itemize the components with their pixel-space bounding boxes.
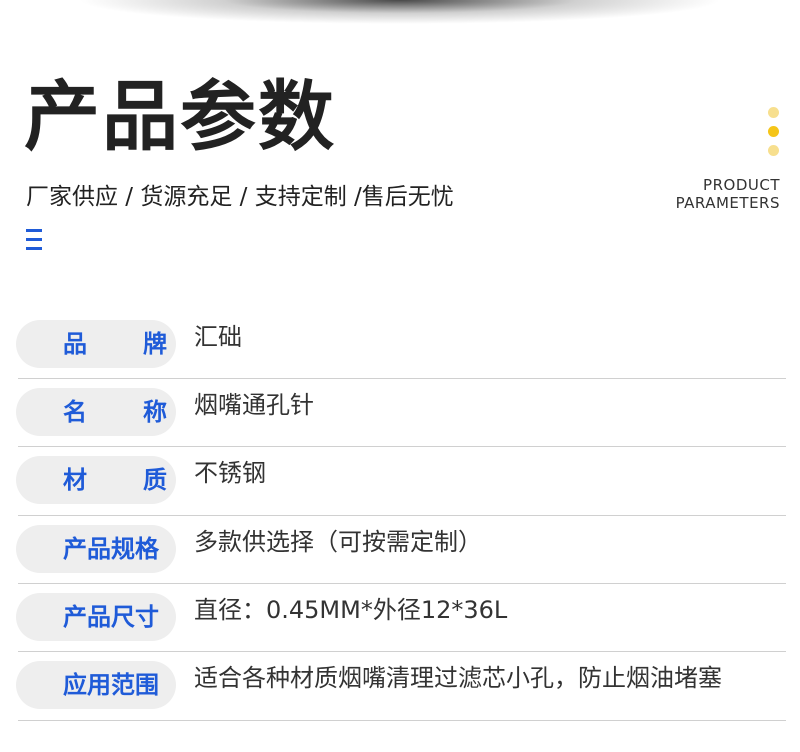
param-label-char: 材 [63, 466, 87, 494]
param-label-char: 质 [143, 466, 167, 494]
menu-lines-icon [26, 229, 42, 251]
param-label-pill: 应用范围 [16, 661, 176, 709]
decorative-dots-icon [768, 107, 780, 157]
param-label-pill: 名 称 [16, 388, 176, 436]
param-value: 多款供选择（可按需定制） [194, 528, 482, 556]
param-row-size: 产品尺寸 直径：0.45MM*外径12*36L [0, 583, 800, 651]
page-subtitle: 厂家供应 / 货源充足 / 支持定制 /售后无忧 [26, 184, 454, 210]
param-label-pill: 品 牌 [16, 320, 176, 368]
caption-line-1: PRODUCT [703, 176, 780, 194]
row-divider [18, 720, 786, 721]
param-row-application: 应用范围 适合各种材质烟嘴清理过滤芯小孔，防止烟油堵塞 [0, 651, 800, 719]
param-label: 名 称 [63, 388, 167, 436]
param-label: 品 牌 [63, 320, 167, 368]
param-label-char: 品 [63, 330, 87, 358]
param-value: 不锈钢 [194, 459, 266, 487]
param-label-char: 称 [143, 398, 167, 426]
param-label-char: 名 [63, 398, 87, 426]
param-label: 产品规格 [63, 535, 159, 563]
param-label: 产品尺寸 [63, 603, 159, 631]
param-row-brand: 品 牌 汇础 [0, 310, 800, 378]
param-label: 应用范围 [63, 671, 159, 699]
param-label-pill: 材 质 [16, 456, 176, 504]
top-shadow-decoration [0, 0, 800, 46]
param-row-spec: 产品规格 多款供选择（可按需定制） [0, 515, 800, 583]
page-title: 产品参数 [24, 72, 336, 161]
param-label-pill: 产品规格 [16, 525, 176, 573]
product-parameters-caption: PRODUCT PARAMETERS [676, 176, 780, 212]
param-label-char: 牌 [143, 330, 167, 358]
caption-line-2: PARAMETERS [675, 194, 780, 212]
param-value: 汇础 [194, 323, 242, 351]
param-label: 材 质 [63, 456, 167, 504]
param-value: 烟嘴通孔针 [194, 391, 314, 419]
param-label-pill: 产品尺寸 [16, 593, 176, 641]
param-row-material: 材 质 不锈钢 [0, 446, 800, 514]
param-row-name: 名 称 烟嘴通孔针 [0, 378, 800, 446]
param-value: 直径：0.45MM*外径12*36L [194, 596, 508, 624]
param-value: 适合各种材质烟嘴清理过滤芯小孔，防止烟油堵塞 [194, 664, 722, 692]
